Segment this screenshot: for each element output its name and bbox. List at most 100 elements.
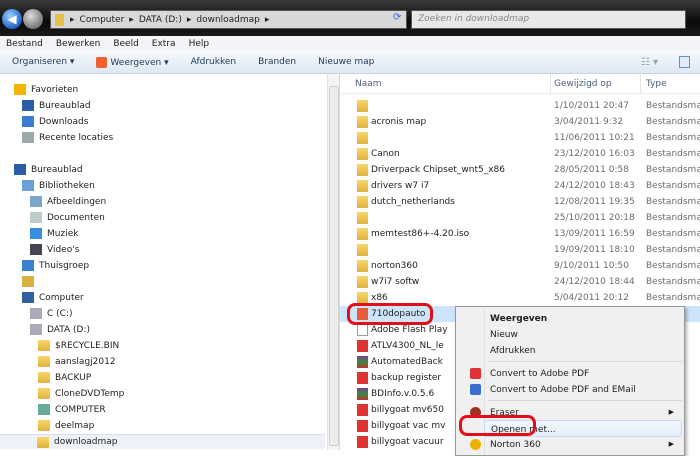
breadcrumb-1[interactable]: DATA (D:) [139,15,182,25]
context-item-label: Convert to Adobe PDF and EMail [490,385,636,395]
nav-item-c-c-[interactable]: C (C:) [30,306,72,321]
file-row[interactable]: 11/06/2011 10:21 Bestandsmap [340,130,700,146]
nav-item-label: Bureaublad [31,164,83,175]
menu-2[interactable]: Beeld [113,39,138,49]
address-bar[interactable]: ▸ Computer ▸ DATA (D:) ▸ downloadmap ▸ [50,10,407,29]
file-date: 9/10/2011 10:50 [554,261,629,271]
nav-item-downloadmap[interactable]: downloadmap [0,434,325,449]
context-item-nieuw[interactable]: Nieuw [484,326,682,343]
nav-item-bibliotheken[interactable]: Bibliotheken [22,178,95,193]
file-row[interactable]: memtest86+-4.20.iso 13/09/2011 16:59 Besta… [340,226,700,242]
context-item-norton-360[interactable]: Norton 360 ▶ [470,436,682,453]
burn-button[interactable]: Branden [258,57,296,67]
file-name: x86 [371,293,388,303]
file-date: 24/12/2010 18:43 [554,181,635,191]
column-name[interactable]: Naam [355,79,382,89]
view-options-icon[interactable]: ☷ ▾ [641,57,658,68]
file-row[interactable]: Driverpack Chipset_wnt5_x86 28/05/2011 0:… [340,162,700,178]
file-type: Bestandsmap [646,213,700,223]
breadcrumb-arrow-icon[interactable]: ▸ [129,15,134,25]
toolbar: Organiseren ▾ Weergeven ▾ Afdrukken Bran… [0,51,700,74]
nav-item-muziek[interactable]: Muziek [30,226,78,241]
column-header: Naam Gewijzigd op Type [340,74,700,94]
context-item-label: Weergeven [490,314,548,324]
nav-item-label: Bureaublad [39,100,91,111]
file-row[interactable]: acronis map 3/04/2011 9:32 Bestandsmap [340,114,700,130]
folder-icon [357,196,368,208]
search-input[interactable]: Zoeken in downloadmap [411,10,686,29]
context-item-convert-to-adobe-pdf[interactable]: Convert to Adobe PDF [470,365,682,382]
file-row[interactable]: dutch_netherlands 12/08/2011 19:35 Bestand… [340,194,700,210]
nav-item-recente-locaties[interactable]: Recente locaties [22,130,113,145]
nav-item-label: Downloads [39,116,89,127]
menu-1[interactable]: Bewerken [56,39,100,49]
nav-item-bureaublad[interactable]: Bureaublad [14,162,83,177]
menu-4[interactable]: Help [189,39,210,49]
drive-icon [30,308,42,319]
nav-item-label: DATA (D:) [47,324,91,335]
organize-button[interactable]: Organiseren ▾ [12,57,74,67]
highlight-circle-open-with [459,415,536,436]
nav-item-bureaublad[interactable]: Bureaublad [22,98,91,113]
file-date: 23/12/2010 16:03 [554,149,635,159]
nav-item-data-d-[interactable]: DATA (D:) [30,322,90,337]
folder-icon [357,148,368,160]
context-item-weergeven[interactable]: Weergeven [484,310,682,327]
nav-item-deelmap[interactable]: deelmap [38,418,94,433]
breadcrumb-arrow-icon[interactable]: ▸ [187,15,192,25]
nav-item-downloads[interactable]: Downloads [22,114,88,129]
column-type[interactable]: Type [646,79,667,89]
nav-item-clonedvdtemp[interactable]: CloneDVDTemp [38,386,124,401]
breadcrumb-arrow-icon[interactable]: ▸ [70,15,75,25]
nav-scrollbar[interactable] [327,74,339,450]
nav-item-label: Documenten [47,212,105,223]
nav-item-thuisgroep[interactable]: Thuisgroep [22,258,89,273]
file-date: 3/04/2011 9:32 [554,117,624,127]
file-type: Bestandsmap [646,165,700,175]
nav-item-computer[interactable]: Computer [22,290,84,305]
forward-button[interactable] [23,9,43,29]
file-row[interactable]: 1/10/2011 20:47 Bestandsmap [340,98,700,114]
nav-item-documenten[interactable]: Documenten [30,210,105,225]
file-name: Canon [371,149,400,159]
menu-3[interactable]: Extra [152,39,176,49]
column-date[interactable]: Gewijzigd op [554,79,612,89]
file-row[interactable]: Canon 23/12/2010 16:03 Bestandsmap [340,146,700,162]
refresh-icon[interactable]: ⟳ [393,12,401,23]
file-date: 13/09/2011 16:59 [554,229,635,239]
breadcrumb-2[interactable]: downloadmap [196,15,260,25]
new-folder-button[interactable]: Nieuwe map [318,57,374,67]
file-type: Bestandsmap [646,229,700,239]
breadcrumb-arrow-icon[interactable]: ▸ [265,15,270,25]
context-item-afdrukken[interactable]: Afdrukken [484,342,682,359]
nav-item--recycle-bin[interactable]: $RECYCLE.BIN [38,338,119,353]
nav-item-aanslagj2012[interactable]: aanslagj2012 [38,354,116,369]
computer-icon [22,292,34,303]
menu-0[interactable]: Bestand [6,39,43,49]
nav-item-video-s[interactable]: Video's [30,242,79,257]
file-row[interactable]: drivers w7 i7 24/12/2010 18:43 Bestandsmap [340,178,700,194]
file-row[interactable]: 19/09/2011 18:10 Bestandsmap [340,242,700,258]
nav-item-afbeeldingen[interactable]: Afbeeldingen [30,194,106,209]
print-button[interactable]: Afdrukken [191,57,236,67]
file-row[interactable]: 25/10/2011 20:18 Bestandsmap [340,210,700,226]
nav-item-label: Recente locaties [39,132,114,143]
breadcrumb-0[interactable]: Computer [80,15,125,25]
scroll-thumb[interactable] [329,86,339,446]
nav-item-blank[interactable] [22,274,39,289]
pdf-icon [470,368,481,379]
file-row[interactable]: w7i7 softw 24/12/2010 18:44 Bestandsmap [340,274,700,290]
view-button[interactable]: Weergeven ▾ [96,56,169,68]
file-date: 1/10/2011 20:47 [554,101,629,111]
file-name: backup register [371,373,442,383]
pdf-icon [357,340,368,352]
file-row[interactable]: norton360 9/10/2011 10:50 Bestandsmap [340,258,700,274]
context-item-convert-to-adobe-pdf-and-email[interactable]: Convert to Adobe PDF and EMail [470,381,682,398]
preview-pane-icon[interactable] [679,56,690,68]
file-date: 11/06/2011 10:21 [554,133,635,143]
nav-item-favorieten[interactable]: Favorieten [14,82,78,97]
file-name: Adobe Flash Play [371,325,448,335]
back-button[interactable]: ◀ [2,9,22,29]
nav-item-backup[interactable]: BACKUP [38,370,91,385]
nav-item-computer[interactable]: COMPUTER [38,402,106,417]
